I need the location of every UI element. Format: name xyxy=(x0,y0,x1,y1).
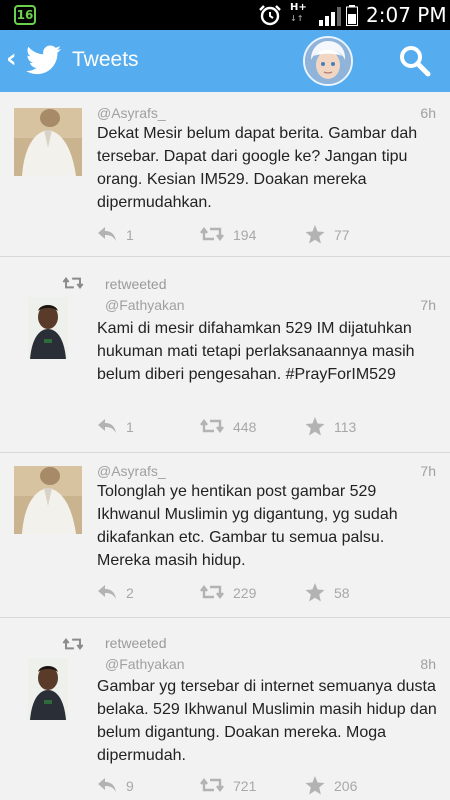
retweet-indicator-icon xyxy=(62,277,84,289)
back-button[interactable]: ‹ xyxy=(6,44,17,74)
retweeted-label: retweeted xyxy=(105,276,167,292)
tweet-handle[interactable]: @Asyrafs_ xyxy=(97,105,166,121)
tweet-item[interactable]: retweeted @Fathyakan 8h Gambar yg terseb… xyxy=(0,618,450,800)
tweet-timestamp: 7h xyxy=(420,297,436,313)
tweet-timestamp: 8h xyxy=(420,656,436,672)
page-title: Tweets xyxy=(72,48,139,71)
battery-icon xyxy=(346,5,358,26)
reply-count: 2 xyxy=(126,585,134,601)
reply-count: 9 xyxy=(126,778,134,794)
star-icon xyxy=(305,583,325,602)
reply-count: 1 xyxy=(126,227,134,243)
twitter-bird-icon[interactable] xyxy=(26,45,62,75)
favorite-button[interactable]: 206 xyxy=(305,776,375,796)
tweet-actions: 1 194 77 xyxy=(97,225,437,245)
tweet-text: Kami di mesir difahamkan 529 IM dijatuhk… xyxy=(97,320,415,383)
status-bar: 16 H+ ↓↑ 2:07 PM xyxy=(0,0,450,30)
retweet-button[interactable]: 448 xyxy=(200,417,280,437)
favorite-button[interactable]: 113 xyxy=(305,417,375,437)
user-avatar[interactable] xyxy=(28,658,68,720)
alarm-icon xyxy=(259,5,281,26)
user-avatar[interactable] xyxy=(28,297,68,359)
tweet-handle[interactable]: @Fathyakan xyxy=(105,656,185,672)
reply-button[interactable]: 2 xyxy=(97,583,157,603)
favorite-count: 58 xyxy=(334,585,350,601)
tweet-handle[interactable]: @Fathyakan xyxy=(105,297,185,313)
reply-button[interactable]: 1 xyxy=(97,225,157,245)
status-clock: 2:07 PM xyxy=(366,3,447,27)
search-icon[interactable] xyxy=(398,45,432,77)
profile-avatar[interactable] xyxy=(303,36,353,86)
retweet-count: 448 xyxy=(233,419,257,435)
retweet-button[interactable]: 194 xyxy=(200,225,280,245)
reply-count: 1 xyxy=(126,419,134,435)
retweet-icon xyxy=(200,227,224,241)
retweeted-label: retweeted xyxy=(105,635,167,651)
app-header: ‹ Tweets xyxy=(0,30,450,92)
network-type-label: H+ ↓↑ xyxy=(290,2,307,23)
user-avatar[interactable] xyxy=(14,466,82,534)
favorite-count: 113 xyxy=(334,419,357,435)
tweet-actions: 2 229 58 xyxy=(97,583,437,603)
retweet-count: 229 xyxy=(233,585,257,601)
tweet-timestamp: 7h xyxy=(420,463,436,479)
tweet-text: Gambar yg tersebar di internet semuanya … xyxy=(97,678,437,764)
retweet-button[interactable]: 721 xyxy=(200,776,280,796)
retweet-button[interactable]: 229 xyxy=(200,583,280,603)
reply-icon xyxy=(98,585,116,599)
tweet-timestamp: 6h xyxy=(420,105,436,121)
reply-icon xyxy=(98,419,116,433)
retweet-count: 721 xyxy=(233,778,257,794)
tweet-handle[interactable]: @Asyrafs_ xyxy=(97,463,166,479)
reply-icon xyxy=(98,227,116,241)
tweet-feed[interactable]: @Asyrafs_ 6h Dekat Mesir belum dapat ber… xyxy=(0,92,450,800)
tweet-item[interactable]: retweeted @Fathyakan 7h Kami di mesir di… xyxy=(0,257,450,453)
tweet-text: Dekat Mesir belum dapat berita. Gambar d… xyxy=(97,125,418,211)
favorite-count: 206 xyxy=(334,778,358,794)
star-icon xyxy=(305,417,325,436)
user-avatar[interactable] xyxy=(14,108,82,176)
notification-count-badge: 16 xyxy=(14,5,36,25)
tweet-item[interactable]: @Asyrafs_ 6h Dekat Mesir belum dapat ber… xyxy=(0,92,450,257)
reply-icon xyxy=(98,778,116,792)
tweet-actions: 9 721 206 xyxy=(97,776,437,796)
tweet-actions: 1 448 113 xyxy=(97,417,437,437)
reply-button[interactable]: 1 xyxy=(97,417,157,437)
favorite-count: 77 xyxy=(334,227,350,243)
favorite-button[interactable]: 58 xyxy=(305,583,375,603)
retweet-indicator-icon xyxy=(62,638,84,650)
reply-button[interactable]: 9 xyxy=(97,776,157,796)
favorite-button[interactable]: 77 xyxy=(305,225,375,245)
retweet-icon xyxy=(200,585,224,599)
signal-strength-icon xyxy=(319,7,341,26)
retweet-icon xyxy=(200,778,224,792)
retweet-count: 194 xyxy=(233,227,257,243)
tweet-item[interactable]: @Asyrafs_ 7h Tolonglah ye hentikan post … xyxy=(0,453,450,618)
star-icon xyxy=(305,776,325,795)
star-icon xyxy=(305,225,325,244)
tweet-text: Tolonglah ye hentikan post gambar 529 Ik… xyxy=(97,483,398,569)
retweet-icon xyxy=(200,419,224,433)
